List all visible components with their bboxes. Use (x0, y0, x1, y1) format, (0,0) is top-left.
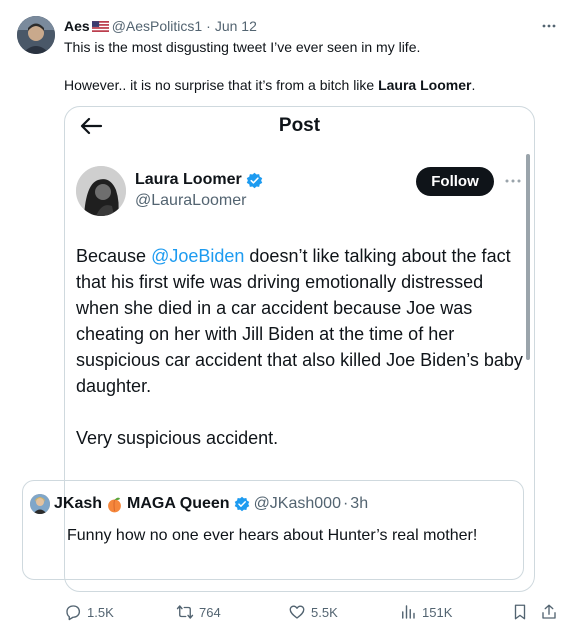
views-chart-icon (402, 605, 415, 619)
reply-button[interactable]: 1.5K (64, 603, 114, 621)
retweet-button[interactable]: 764 (176, 603, 221, 621)
embed-author-name: Laura Loomer (135, 171, 242, 188)
embed-post-body: Because @JoeBiden doesn’t like talking a… (76, 243, 524, 451)
embed-author-name-row: Laura Loomer (135, 171, 263, 189)
embed-author-avatar (76, 166, 126, 216)
tweet-text-line2-bold: Laura Loomer (378, 77, 472, 93)
share-button[interactable] (540, 603, 558, 621)
more-options-icon[interactable] (539, 17, 559, 35)
embed-post-paragraph-1: Because @JoeBiden doesn’t like talking a… (76, 243, 524, 399)
quoted-author-handle: @JKash000 (253, 495, 341, 512)
quoted-post-text: Funny how no one ever hears about Hunter… (67, 527, 478, 544)
tweet-date[interactable]: Jun 12 (215, 18, 257, 34)
quoted-author-name: JKash (54, 495, 103, 512)
tweet-text-line2-suffix: . (471, 77, 476, 93)
reply-icon (66, 605, 81, 621)
verified-badge-icon (234, 496, 249, 512)
embed-top-bar: Post (65, 107, 534, 147)
tweet-header: Aes @AesPolitics1 · Jun 12 (64, 17, 257, 35)
tweet-text-line2: However.. it is no surprise that it’s fr… (64, 76, 475, 94)
separator-dot: · (206, 18, 211, 34)
views-count: 151K (422, 604, 453, 620)
avatar[interactable] (17, 16, 55, 54)
bookmark-button[interactable] (511, 603, 529, 621)
embed-scrollbar (526, 154, 530, 360)
tweet-text-line1: This is the most disgusting tweet I’ve e… (64, 39, 421, 55)
quoted-author-name-suffix: MAGA Queen (127, 495, 230, 512)
quoted-separator: · (342, 495, 349, 512)
share-icon (542, 604, 556, 619)
tweet-text-line2-prefix: However.. it is no surprise that it’s fr… (64, 77, 379, 93)
peach-emoji-icon (108, 497, 121, 512)
us-flag-icon (91, 20, 109, 32)
tweet: Aes @AesPolitics1 · Jun 12 This is the m… (0, 0, 578, 640)
mention-link: @JoeBiden (151, 246, 245, 266)
quoted-time: 3h (350, 495, 369, 512)
quoted-author-avatar (30, 494, 50, 514)
author-handle[interactable]: @AesPolitics1 (112, 18, 202, 34)
verified-badge-icon (246, 172, 262, 188)
retweet-count: 764 (199, 604, 221, 620)
action-bar: 1.5K 764 5.5K 151K (0, 603, 578, 627)
views-button[interactable]: 151K (399, 603, 452, 621)
quoted-name-row: JKash MAGA Queen @JKash000 · 3h (54, 495, 368, 513)
retweet-icon (176, 605, 194, 619)
like-button[interactable]: 5.5K (288, 603, 338, 621)
embed-post-paragraph-2: Very suspicious accident. (76, 428, 279, 448)
author-name[interactable]: Aes (64, 18, 90, 34)
follow-button: Follow (416, 167, 494, 196)
heart-icon (289, 605, 305, 619)
reply-count: 1.5K (87, 604, 114, 620)
embed-body-rest: doesn’t like talking about the fact that… (76, 246, 523, 396)
embed-body-prefix: Because (76, 246, 152, 266)
like-count: 5.5K (311, 604, 338, 620)
bookmark-icon (514, 604, 526, 620)
embed-more-icon (505, 179, 521, 183)
post-title: Post (278, 115, 321, 136)
embed-author-handle: @LauraLoomer (135, 192, 247, 209)
